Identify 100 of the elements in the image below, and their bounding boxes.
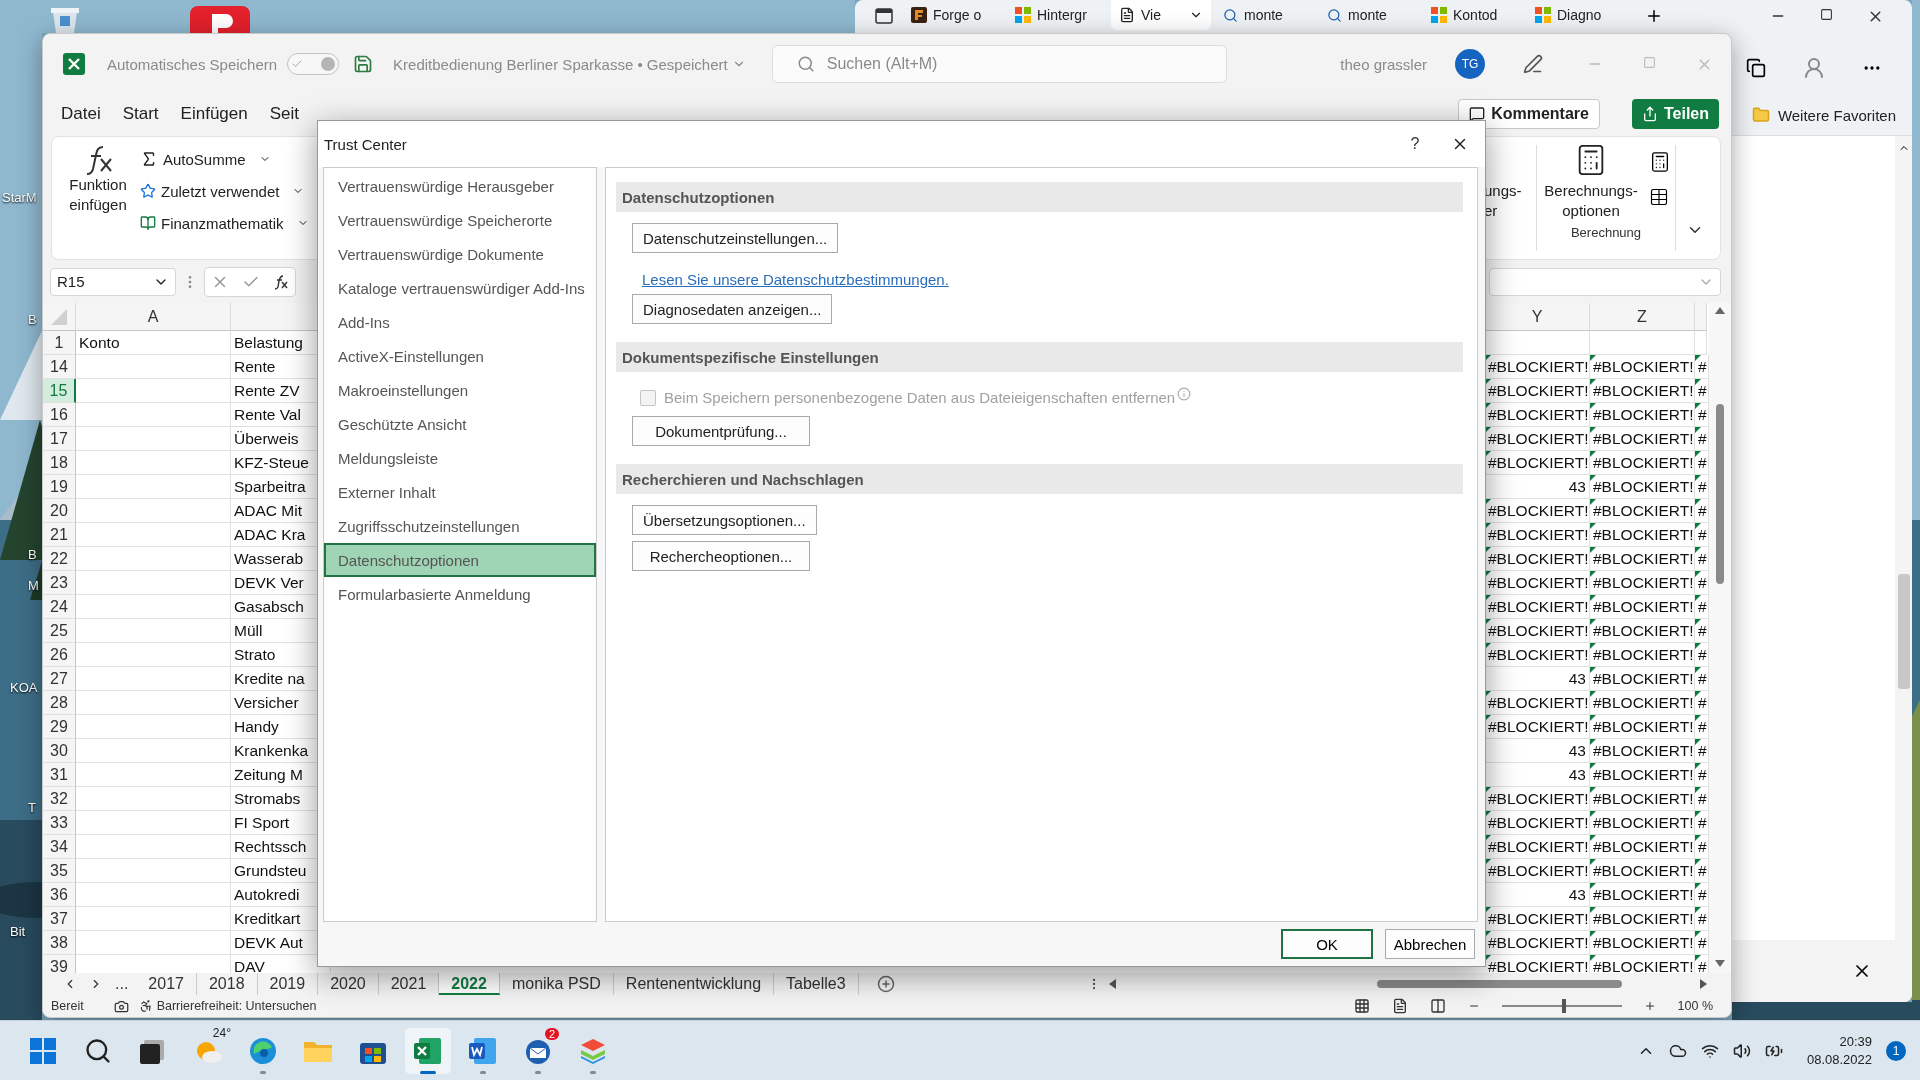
- row-header[interactable]: 21: [43, 523, 76, 547]
- browser-tab[interactable]: Forge o: [903, 0, 1003, 30]
- tab-actions-icon[interactable]: [875, 8, 893, 24]
- row-header[interactable]: 25: [43, 619, 76, 643]
- category-item[interactable]: Vertrauenswürdige Herausgeber: [324, 169, 596, 203]
- row-header[interactable]: 22: [43, 547, 76, 571]
- row-header[interactable]: 24: [43, 595, 76, 619]
- zoom-level[interactable]: 100 %: [1677, 999, 1713, 1013]
- row-header[interactable]: 18: [43, 451, 76, 475]
- clock[interactable]: 20:39 08.08.2022: [1806, 1034, 1872, 1067]
- page-break-icon[interactable]: [1429, 998, 1446, 1014]
- calculation-options-button[interactable]: Berechnungs- optionen: [1541, 143, 1641, 221]
- profile-icon[interactable]: [1802, 55, 1826, 80]
- formula-field[interactable]: [1489, 267, 1721, 296]
- sheet-tab[interactable]: Tabelle3: [774, 973, 859, 995]
- notification-badge[interactable]: 1: [1886, 1040, 1906, 1061]
- app-icon[interactable]: [190, 6, 250, 33]
- menu-tab[interactable]: Einfügen: [180, 104, 248, 124]
- ribbon-dropdown[interactable]: Finanzmathematik: [140, 209, 309, 237]
- browser-tab[interactable]: Diagno: [1527, 0, 1627, 30]
- browser-tab[interactable]: Vie: [1111, 0, 1211, 30]
- settings-button[interactable]: Datenschutzeinstellungen...: [632, 223, 839, 253]
- scrollbar-thumb[interactable]: [1716, 404, 1724, 584]
- row-header[interactable]: 37: [43, 907, 76, 931]
- scrollbar-thumb[interactable]: [1377, 980, 1622, 988]
- sheet-tab[interactable]: monika PSD: [499, 973, 614, 995]
- browser-tab[interactable]: monte: [1319, 0, 1419, 30]
- normal-view-icon[interactable]: [1353, 998, 1370, 1014]
- scroll-up-icon[interactable]: [1715, 307, 1725, 314]
- recycle-bin-icon[interactable]: [50, 6, 80, 33]
- start-icon[interactable]: [30, 1037, 56, 1064]
- menu-tab[interactable]: Start: [122, 104, 159, 124]
- category-item[interactable]: Kataloge vertrauenswürdiger Add-Ins: [324, 271, 596, 305]
- sheet-tab[interactable]: 2020: [318, 973, 379, 995]
- add-sheet-icon[interactable]: [876, 975, 895, 993]
- zoom-in-icon[interactable]: [1643, 1000, 1656, 1012]
- scroll-down-icon[interactable]: [1715, 960, 1725, 967]
- settings-button[interactable]: Übersetzungsoptionen...: [632, 505, 817, 535]
- row-header[interactable]: 31: [43, 763, 76, 787]
- row-header[interactable]: 20: [43, 499, 76, 523]
- camera-icon[interactable]: [113, 998, 129, 1014]
- cancel-button[interactable]: Abbrechen: [1385, 929, 1475, 959]
- column-header[interactable]: Z: [1590, 303, 1695, 331]
- sheet-tab[interactable]: 2022: [439, 973, 500, 995]
- accessibility-status[interactable]: Barrierefreiheit: Untersuchen: [156, 999, 317, 1013]
- more-sheets[interactable]: ...: [115, 975, 129, 993]
- row-header[interactable]: 1: [43, 331, 76, 355]
- row-header[interactable]: 34: [43, 835, 76, 859]
- row-header[interactable]: 16: [43, 403, 76, 427]
- document-app-icon[interactable]: [468, 1035, 498, 1066]
- scrollbar-thumb[interactable]: [1897, 574, 1910, 689]
- new-tab-icon[interactable]: [1645, 7, 1663, 25]
- row-header[interactable]: 36: [43, 883, 76, 907]
- category-item[interactable]: Vertrauenswürdige Dokumente: [324, 237, 596, 271]
- row-header[interactable]: 15: [43, 379, 76, 403]
- ok-button[interactable]: OK: [1281, 929, 1373, 959]
- comments-button[interactable]: Kommentare: [1458, 99, 1600, 129]
- scroll-right-icon[interactable]: [1700, 979, 1707, 989]
- row-header[interactable]: 26: [43, 643, 76, 667]
- volume-icon[interactable]: [1732, 1041, 1751, 1060]
- ribbon-dropdown[interactable]: Zuletzt verwendet: [140, 177, 309, 205]
- sheet-tab[interactable]: 2018: [196, 973, 258, 995]
- maximize-icon[interactable]: [1820, 8, 1833, 21]
- row-header[interactable]: 35: [43, 859, 76, 883]
- ribbon-dropdown[interactable]: AutoSumme: [140, 145, 309, 173]
- browser-tab[interactable]: monte: [1215, 0, 1315, 30]
- page-layout-icon[interactable]: [1391, 998, 1408, 1014]
- row-header[interactable]: 28: [43, 691, 76, 715]
- privacy-link[interactable]: Lesen Sie unsere Datenschutzbestimmungen.: [642, 271, 949, 288]
- row-header[interactable]: 17: [43, 427, 76, 451]
- pen-icon[interactable]: [1523, 54, 1543, 74]
- row-header[interactable]: 33: [43, 811, 76, 835]
- help-button[interactable]: ?: [1395, 134, 1435, 154]
- row-header[interactable]: 14: [43, 355, 76, 379]
- name-box[interactable]: R15: [50, 267, 176, 296]
- favorites-folder[interactable]: Weitere Favoriten: [1751, 106, 1896, 124]
- category-item[interactable]: Vertrauenswürdige Speicherorte: [324, 203, 596, 237]
- column-header[interactable]: Y: [1485, 303, 1590, 331]
- sheet-tab[interactable]: 2019: [257, 973, 319, 995]
- insert-function-button[interactable]: Funktion einfügen: [64, 137, 132, 259]
- share-button[interactable]: Teilen: [1631, 99, 1719, 129]
- autosave-toggle[interactable]: [287, 53, 340, 75]
- row-header[interactable]: 27: [43, 667, 76, 691]
- settings-button[interactable]: Rechercheoptionen...: [632, 541, 810, 571]
- browser-icon[interactable]: [248, 1035, 278, 1066]
- user-avatar[interactable]: TG: [1455, 49, 1485, 79]
- category-item[interactable]: Datenschutzoptionen: [324, 543, 596, 577]
- sheet-calculator-icon[interactable]: [1649, 187, 1669, 207]
- browser-tab[interactable]: Kontod: [1423, 0, 1523, 30]
- row-header[interactable]: 23: [43, 571, 76, 595]
- accessibility-icon[interactable]: [138, 999, 153, 1013]
- menu-tab[interactable]: Seit: [269, 104, 299, 124]
- row-header[interactable]: 29: [43, 715, 76, 739]
- slider-thumb[interactable]: [1561, 999, 1566, 1013]
- row-header[interactable]: 19: [43, 475, 76, 499]
- row-header[interactable]: 39: [43, 955, 76, 973]
- save-icon[interactable]: [353, 54, 374, 74]
- insert-function-icon[interactable]: [272, 273, 289, 290]
- scroll-left-icon[interactable]: [1109, 979, 1116, 989]
- menu-tab[interactable]: Datei: [61, 104, 101, 124]
